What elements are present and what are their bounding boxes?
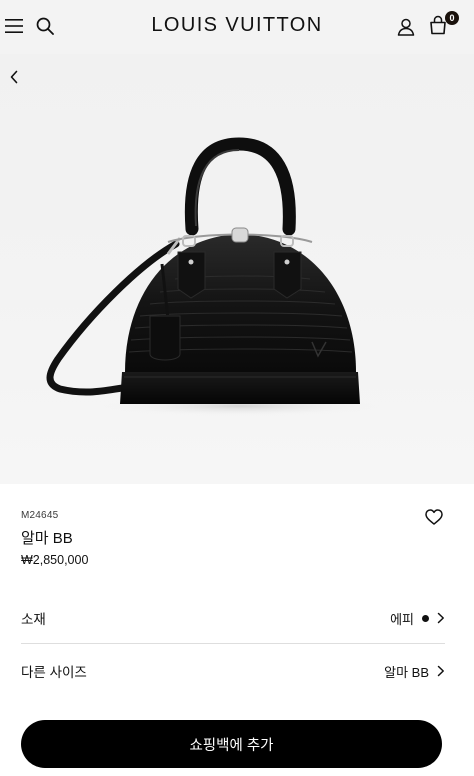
user-icon bbox=[397, 18, 415, 36]
material-value: 에피 bbox=[390, 611, 414, 627]
heart-outline-icon bbox=[425, 509, 443, 525]
add-to-bag-button[interactable]: 쇼핑백에 추가 bbox=[21, 720, 442, 768]
menu-button[interactable] bbox=[0, 12, 28, 40]
bag-count-badge: 0 bbox=[445, 11, 459, 25]
product-sku: M24645 bbox=[21, 510, 59, 521]
other-sizes-label: 다른 사이즈 bbox=[21, 665, 87, 680]
chevron-left-icon bbox=[10, 70, 18, 84]
material-label: 소재 bbox=[21, 612, 46, 627]
material-value-group: 에피 bbox=[390, 609, 445, 628]
divider bbox=[21, 643, 445, 644]
back-button[interactable] bbox=[3, 66, 25, 88]
top-header: LOUIS VUITTON 0 bbox=[0, 0, 474, 54]
product-image bbox=[46, 137, 380, 416]
material-option-row[interactable]: 소재 에피 bbox=[21, 600, 445, 636]
product-name: 알마 BB bbox=[21, 530, 73, 547]
other-sizes-option-row[interactable]: 다른 사이즈 알마 BB bbox=[21, 653, 445, 689]
account-button[interactable] bbox=[392, 13, 420, 41]
product-info: M24645 알마 BB ₩2,850,000 소재 에피 다른 사이즈 알마 … bbox=[0, 484, 474, 776]
wishlist-button[interactable] bbox=[421, 504, 447, 530]
search-icon bbox=[36, 17, 54, 35]
chevron-right-icon bbox=[437, 612, 444, 624]
product-hero bbox=[0, 54, 474, 484]
hamburger-menu-icon bbox=[5, 19, 23, 33]
search-button[interactable] bbox=[31, 12, 59, 40]
chevron-right-icon bbox=[437, 665, 444, 677]
product-price: ₩2,850,000 bbox=[21, 553, 89, 567]
other-sizes-value-group: 알마 BB bbox=[384, 662, 445, 681]
other-sizes-value: 알마 BB bbox=[384, 664, 429, 680]
material-color-swatch bbox=[422, 614, 429, 622]
